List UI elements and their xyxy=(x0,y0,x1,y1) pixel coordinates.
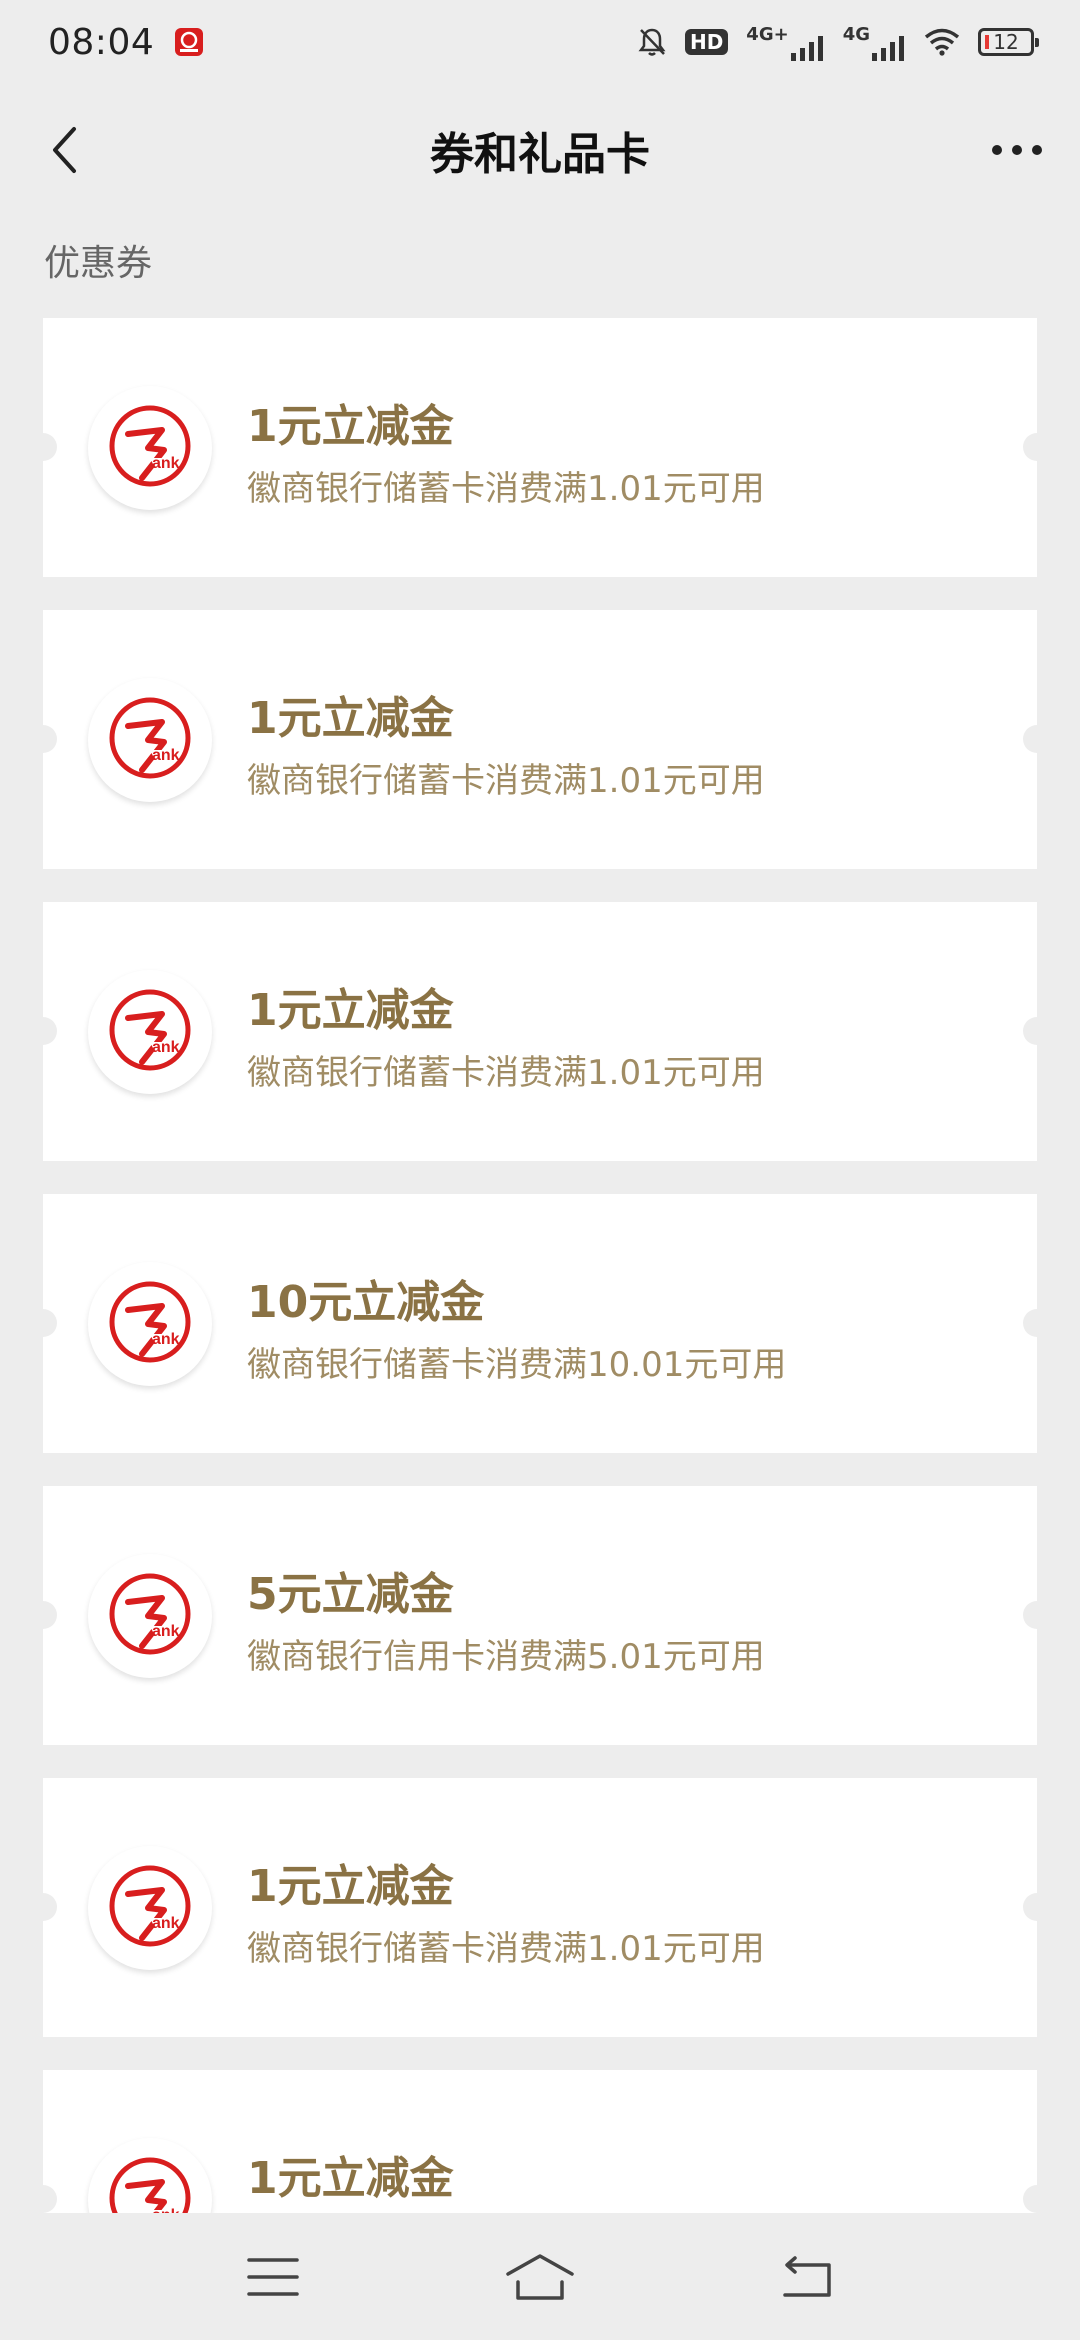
system-back-button[interactable] xyxy=(762,2242,852,2312)
coupon-desc: 徽商银行储蓄卡消费满1.01元可用 xyxy=(247,1929,765,1969)
svg-text:ank: ank xyxy=(152,1915,180,1932)
chevron-left-icon xyxy=(53,127,76,173)
coupon-notch-right xyxy=(1023,1601,1051,1629)
section-title: 优惠券 xyxy=(44,243,153,284)
bank-logo-icon: ank xyxy=(109,405,191,487)
bank-logo: ank xyxy=(88,970,212,1094)
coupon-desc: 徽商银行储蓄卡消费满1.01元可用 xyxy=(247,1053,765,1093)
coupon-desc: 徽商银行储蓄卡消费满1.01元可用 xyxy=(247,469,765,509)
coupon-card[interactable]: ank 1元立减金 xyxy=(29,2070,1051,2213)
svg-text:ank: ank xyxy=(152,2207,180,2213)
coupon-notch-right xyxy=(1023,2185,1051,2213)
more-dots-icon xyxy=(992,145,1042,155)
coupon-title: 1元立减金 xyxy=(247,1861,454,1912)
status-right: HD 4G+ 4G 12 xyxy=(637,24,1039,61)
coupon-notch-right xyxy=(1023,1309,1051,1337)
signal-bars-icon xyxy=(872,35,904,61)
coupon-desc: 徽商银行储蓄卡消费满10.01元可用 xyxy=(247,1345,787,1385)
coupon-notch-right xyxy=(1023,725,1051,753)
bank-logo: ank xyxy=(88,678,212,802)
coupon-notch-left xyxy=(29,433,57,461)
bank-logo-icon: ank xyxy=(109,1865,191,1947)
menu-lines-icon xyxy=(247,2258,300,2296)
coupon-card[interactable]: ank 1元立减金 徽商银行储蓄卡消费满1.01元可用 xyxy=(29,902,1051,1161)
hd-badge: HD xyxy=(684,29,729,55)
network-type-1: 4G+ xyxy=(746,23,789,45)
status-left: 08:04 xyxy=(48,22,204,63)
notification-off-icon xyxy=(638,28,666,56)
coupon-notch-left xyxy=(29,1893,57,1921)
coupon-notch-left xyxy=(29,1309,57,1337)
svg-text:ank: ank xyxy=(152,747,180,764)
bank-logo: ank xyxy=(88,1262,212,1386)
coupon-title: 1元立减金 xyxy=(247,401,454,452)
coupon-card[interactable]: ank 1元立减金 徽商银行储蓄卡消费满1.01元可用 xyxy=(29,318,1051,577)
bank-logo-icon: ank xyxy=(109,1281,191,1363)
coupon-title: 1元立减金 xyxy=(247,2153,454,2204)
coupon-title: 1元立减金 xyxy=(247,985,454,1036)
bank-logo: ank xyxy=(88,1554,212,1678)
coupon-notch-right xyxy=(1023,1893,1051,1921)
coupon-card[interactable]: ank 1元立减金 徽商银行储蓄卡消费满1.01元可用 xyxy=(29,610,1051,869)
coupon-list[interactable]: ank 1元立减金 徽商银行储蓄卡消费满1.01元可用 ank 1元立减金 徽商… xyxy=(0,318,1080,2213)
coupon-notch-right xyxy=(1023,1017,1051,1045)
coupon-title: 1元立减金 xyxy=(247,693,454,744)
bank-logo-icon: ank xyxy=(109,989,191,1071)
coupon-title: 10元立减金 xyxy=(247,1277,485,1328)
signal-2: 4G xyxy=(843,24,906,61)
more-button[interactable] xyxy=(982,120,1052,180)
return-icon xyxy=(782,2256,831,2297)
nav-bar: 券和礼品卡 xyxy=(0,84,1080,216)
svg-text:ank: ank xyxy=(152,1331,180,1348)
status-time: 08:04 xyxy=(48,21,155,63)
bank-logo: ank xyxy=(88,2138,212,2213)
bank-logo: ank xyxy=(88,1846,212,1970)
bank-logo: ank xyxy=(88,386,212,510)
coupon-title: 5元立减金 xyxy=(247,1569,454,1620)
bank-logo-icon: ank xyxy=(109,697,191,779)
status-bar: 08:04 HD 4G+ 4G 12 xyxy=(0,0,1080,84)
system-nav-bar xyxy=(0,2214,1080,2340)
home-icon xyxy=(506,2254,574,2300)
coupon-desc: 徽商银行储蓄卡消费满1.01元可用 xyxy=(247,761,765,801)
svg-text:ank: ank xyxy=(152,455,180,472)
back-button[interactable] xyxy=(34,120,94,180)
network-type-2: 4G xyxy=(842,23,870,45)
svg-text:ank: ank xyxy=(152,1039,180,1056)
app-notification-icon xyxy=(175,28,204,56)
system-menu-button[interactable] xyxy=(228,2242,318,2312)
coupon-notch-left xyxy=(29,1017,57,1045)
svg-text:ank: ank xyxy=(152,1623,180,1640)
coupon-desc: 徽商银行信用卡消费满5.01元可用 xyxy=(247,1637,765,1677)
coupon-card[interactable]: ank 1元立减金 徽商银行储蓄卡消费满1.01元可用 xyxy=(29,1778,1051,2037)
coupon-notch-right xyxy=(1023,433,1051,461)
battery-indicator: 12 xyxy=(978,28,1039,56)
coupon-notch-left xyxy=(29,725,57,753)
system-home-button[interactable] xyxy=(495,2242,585,2312)
coupon-notch-left xyxy=(29,1601,57,1629)
bank-logo-icon: ank xyxy=(109,1573,191,1655)
coupon-card[interactable]: ank 5元立减金 徽商银行信用卡消费满5.01元可用 xyxy=(29,1486,1051,1745)
signal-bars-icon xyxy=(790,35,823,61)
bank-logo-icon: ank xyxy=(109,2157,191,2213)
coupon-card[interactable]: ank 10元立减金 徽商银行储蓄卡消费满10.01元可用 xyxy=(29,1194,1051,1453)
page-title: 券和礼品卡 xyxy=(430,129,650,180)
coupon-notch-left xyxy=(29,2185,57,2213)
signal-1: 4G+ xyxy=(746,24,824,61)
wifi-icon xyxy=(924,28,960,56)
